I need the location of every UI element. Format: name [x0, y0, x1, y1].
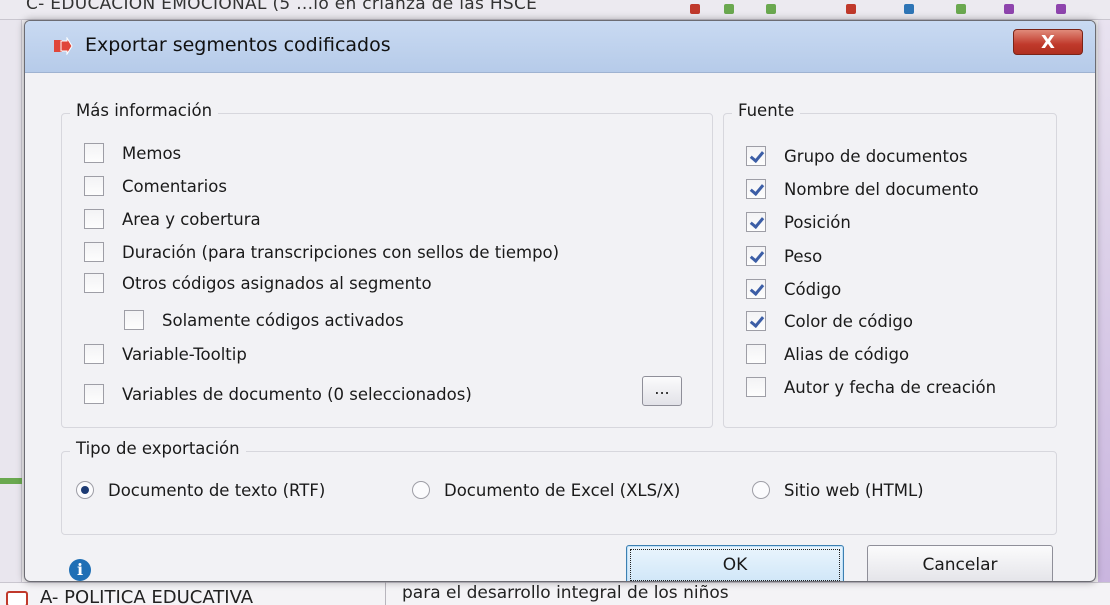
code-color-checkbox[interactable]	[746, 311, 766, 331]
export-coded-segments-dialog: Exportar segmentos codificados X Más inf…	[24, 20, 1096, 582]
variable-tooltip-label: Variable-Tooltip	[122, 344, 247, 364]
ok-button[interactable]: OK	[626, 545, 844, 581]
select-variables-button[interactable]: ...	[642, 376, 682, 406]
code-alias-checkbox[interactable]	[746, 344, 766, 364]
color-marker	[1004, 4, 1014, 14]
option-author-date[interactable]: Autor y fecha de creación	[746, 375, 996, 399]
color-marker	[846, 4, 856, 14]
document-group-label: Grupo de documentos	[784, 146, 968, 166]
export-icon	[54, 37, 73, 55]
dialog-titlebar[interactable]: Exportar segmentos codificados X	[25, 21, 1095, 73]
area-coverage-checkbox[interactable]	[84, 209, 104, 229]
position-checkbox[interactable]	[746, 212, 766, 232]
only-activated-codes-checkbox[interactable]	[124, 310, 144, 330]
option-code-alias[interactable]: Alias de código	[746, 342, 909, 366]
html-radio[interactable]	[752, 481, 770, 499]
rtf-radio[interactable]	[76, 481, 94, 499]
source-legend: Fuente	[732, 101, 801, 120]
option-html[interactable]: Sitio web (HTML)	[752, 478, 924, 502]
more-info-group: Más información Memos Comentarios Area y…	[61, 101, 713, 428]
code-label: Código	[784, 279, 842, 299]
background-bottom-strip: A- POLITICA EDUCATIVA para el desarrollo…	[0, 582, 1110, 605]
memos-checkbox[interactable]	[84, 143, 104, 163]
option-memos[interactable]: Memos	[84, 141, 181, 165]
rtf-label: Documento de texto (RTF)	[108, 480, 326, 500]
close-icon: X	[1041, 31, 1055, 53]
code-color-label: Color de código	[784, 311, 913, 331]
weight-checkbox[interactable]	[746, 246, 766, 266]
background-code-title: C- EDUCACIÓN EMOCIONAL (5 ...lo en crian…	[26, 0, 538, 14]
comments-label: Comentarios	[122, 176, 227, 196]
background-divider	[385, 582, 386, 605]
option-position[interactable]: Posición	[746, 210, 851, 234]
dialog-title: Exportar segmentos codificados	[85, 34, 391, 56]
export-type-legend: Tipo de exportación	[70, 439, 246, 458]
color-marker	[956, 4, 966, 14]
background-header-strip: C- EDUCACIÓN EMOCIONAL (5 ...lo en crian…	[0, 0, 1110, 20]
memos-label: Memos	[122, 143, 182, 163]
color-marker	[1056, 4, 1066, 14]
cancel-button[interactable]: Cancelar	[867, 545, 1053, 581]
option-other-codes[interactable]: Otros códigos asignados al segmento	[84, 271, 432, 295]
document-name-label: Nombre del documento	[784, 179, 979, 199]
excel-label: Documento de Excel (XLS/X)	[444, 480, 681, 500]
option-code-color[interactable]: Color de código	[746, 309, 913, 333]
color-marker	[690, 4, 700, 14]
option-only-activated-codes[interactable]: Solamente códigos activados	[124, 308, 404, 332]
other-codes-label: Otros códigos asignados al segmento	[122, 273, 432, 293]
author-date-checkbox[interactable]	[746, 377, 766, 397]
background-right-panel	[1098, 20, 1110, 605]
ok-label: OK	[722, 555, 748, 575]
option-area-coverage[interactable]: Area y cobertura	[84, 207, 261, 231]
background-left-panel	[0, 20, 22, 605]
option-code[interactable]: Código	[746, 277, 841, 301]
more-info-legend: Más información	[70, 101, 219, 120]
html-label: Sitio web (HTML)	[784, 480, 924, 500]
dialog-body: Más información Memos Comentarios Area y…	[33, 73, 1087, 581]
area-coverage-label: Area y cobertura	[122, 209, 261, 229]
info-icon[interactable]: i	[69, 559, 91, 581]
document-name-checkbox[interactable]	[746, 179, 766, 199]
option-excel[interactable]: Documento de Excel (XLS/X)	[412, 478, 680, 502]
color-marker	[904, 4, 914, 14]
only-activated-codes-label: Solamente códigos activados	[162, 310, 404, 330]
option-document-variables[interactable]: Variables de documento (0 seleccionados)	[84, 382, 472, 406]
code-checkbox[interactable]	[746, 279, 766, 299]
weight-label: Peso	[784, 246, 823, 266]
author-date-label: Autor y fecha de creación	[784, 377, 997, 397]
export-type-group: Tipo de exportación Documento de texto (…	[61, 439, 1057, 535]
document-group-checkbox[interactable]	[746, 146, 766, 166]
option-comments[interactable]: Comentarios	[84, 174, 227, 198]
document-variables-checkbox[interactable]	[84, 384, 104, 404]
option-document-group[interactable]: Grupo de documentos	[746, 144, 968, 168]
other-codes-checkbox[interactable]	[84, 273, 104, 293]
option-document-name[interactable]: Nombre del documento	[746, 177, 979, 201]
comments-checkbox[interactable]	[84, 176, 104, 196]
excel-radio[interactable]	[412, 481, 430, 499]
color-marker	[766, 4, 776, 14]
cancel-label: Cancelar	[922, 555, 998, 575]
position-label: Posición	[784, 212, 851, 232]
color-marker	[724, 4, 734, 14]
variable-tooltip-checkbox[interactable]	[84, 344, 104, 364]
code-system-icon	[6, 591, 28, 605]
duration-checkbox[interactable]	[84, 242, 104, 262]
option-duration[interactable]: Duración (para transcripciones con sello…	[84, 240, 559, 264]
source-group: Fuente Grupo de documentos Nombre del do…	[723, 101, 1057, 428]
document-variables-label: Variables de documento (0 seleccionados)	[122, 384, 472, 404]
code-alias-label: Alias de código	[784, 344, 910, 364]
option-variable-tooltip[interactable]: Variable-Tooltip	[84, 342, 247, 366]
background-segment-text: para el desarrollo integral de los niños	[402, 583, 729, 603]
duration-label: Duración (para transcripciones con sello…	[122, 242, 560, 262]
option-weight[interactable]: Peso	[746, 244, 822, 268]
close-button[interactable]: X	[1013, 29, 1083, 55]
background-code-label: A- POLITICA EDUCATIVA	[40, 587, 254, 605]
option-rtf[interactable]: Documento de texto (RTF)	[76, 478, 325, 502]
